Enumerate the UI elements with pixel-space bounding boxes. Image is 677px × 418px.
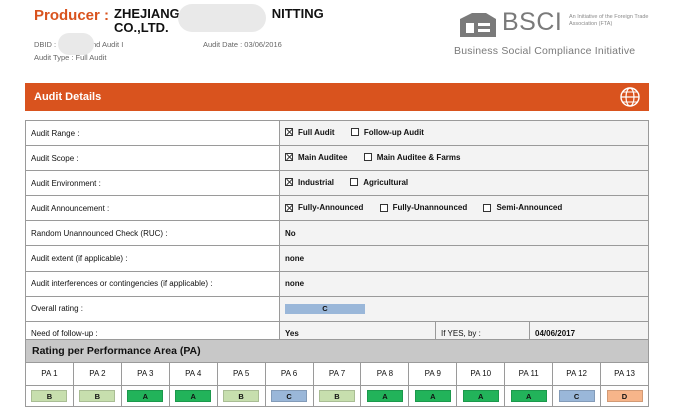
pa-rating-cell-9: A — [409, 386, 458, 407]
checkbox-follow-up-audit[interactable] — [350, 128, 359, 137]
row-audit-extent: Audit extent (if applicable) : none — [25, 245, 649, 272]
checkbox-fully-announced[interactable] — [285, 203, 293, 212]
pa-rating-badge-2: B — [79, 390, 116, 402]
pa-rating-badge-8: A — [366, 390, 403, 402]
checkbox-main-auditee[interactable] — [285, 153, 293, 162]
option-full-audit[interactable]: Full Audit — [285, 128, 335, 137]
audit-environment-label: Audit Environment : — [25, 170, 280, 197]
option-fully-announced[interactable]: Fully-Announced — [285, 203, 363, 212]
pa-rating-badge-6: C — [271, 390, 308, 402]
option-industrial[interactable]: Industrial — [285, 178, 334, 187]
row-audit-announcement: Audit Announcement : Fully-Announced Ful… — [25, 195, 649, 222]
pa-rating-badge-5: B — [223, 390, 260, 402]
pa-rating-badge-1: B — [31, 390, 68, 402]
pa-label-10: PA 10 — [457, 363, 506, 386]
pa-label-9: PA 9 — [409, 363, 458, 386]
globe-icon — [620, 87, 640, 107]
pa-rating-cell-13: D — [601, 386, 649, 407]
checkbox-full-audit[interactable] — [285, 128, 293, 137]
pa-rating-cell-3: A — [121, 386, 170, 407]
pa-rating-cell-11: A — [505, 386, 554, 407]
audit-details-table: Audit Range : Full Audit Follow-up Audit… — [25, 119, 649, 347]
producer-label: Producer : — [34, 7, 110, 24]
row-overall-rating: Overall rating : C — [25, 295, 649, 322]
ruc-label: Random Unannounced Check (RUC) : — [25, 220, 280, 247]
checkbox-main-auditee-farms[interactable] — [363, 153, 372, 162]
pa-label-12: PA 12 — [553, 363, 602, 386]
checkbox-semi-announced[interactable] — [483, 203, 492, 212]
pa-rating-badge-4: A — [175, 390, 212, 402]
pa-label-8: PA 8 — [361, 363, 410, 386]
redaction-mark — [58, 33, 94, 55]
pa-rating-cell-12: C — [553, 386, 602, 407]
logo-note: An Initiative of the Foreign Trade Assoc… — [569, 14, 649, 27]
ruc-value: No — [279, 220, 649, 247]
overall-rating-label: Overall rating : — [25, 295, 280, 322]
checkbox-fully-unannounced[interactable] — [379, 203, 388, 212]
bsci-logo-icon — [460, 13, 496, 37]
pa-grid: PA 1 PA 2 PA 3 PA 4 PA 5 PA 6 PA 7 PA 8 PA 9 PA 1… — [25, 363, 649, 407]
pa-rating-cell-6: C — [265, 386, 314, 407]
pa-rating-cell-4: A — [169, 386, 218, 407]
producer-name-line2: CO.,LTD. — [114, 20, 169, 35]
pa-label-1: PA 1 — [26, 363, 74, 386]
pa-rating-cell-2: B — [73, 386, 122, 407]
pa-rating-cell-7: B — [313, 386, 362, 407]
option-main-auditee-farms[interactable]: Main Auditee & Farms — [363, 153, 460, 162]
row-audit-range: Audit Range : Full Audit Follow-up Audit — [25, 119, 649, 147]
pa-rating-cell-8: A — [361, 386, 410, 407]
audit-interferences-value: none — [279, 270, 649, 297]
pa-rating-badge-11: A — [510, 390, 547, 402]
pa-section-title: Rating per Performance Area (PA) — [25, 339, 649, 363]
row-ruc: Random Unannounced Check (RUC) : No — [25, 220, 649, 247]
pa-label-5: PA 5 — [217, 363, 266, 386]
producer-name-part1: ZHEJIANG — [114, 6, 180, 21]
audit-details-header: Audit Details — [25, 83, 649, 111]
row-audit-scope: Audit Scope : Main Auditee Main Auditee … — [25, 145, 649, 172]
audit-scope-label: Audit Scope : — [25, 145, 280, 172]
pa-label-3: PA 3 — [121, 363, 170, 386]
row-audit-interferences: Audit interferences or contingencies (if… — [25, 270, 649, 297]
pa-rating-section: Rating per Performance Area (PA) PA 1 PA … — [25, 339, 649, 407]
audit-id-fragment: nd Audit I — [92, 40, 124, 49]
audit-range-label: Audit Range : — [25, 119, 280, 147]
pa-label-4: PA 4 — [169, 363, 218, 386]
pa-rating-badge-10: A — [462, 390, 499, 402]
pa-rating-badge-9: A — [414, 390, 451, 402]
audit-announcement-label: Audit Announcement : — [25, 195, 280, 222]
audit-interferences-label: Audit interferences or contingencies (if… — [25, 270, 280, 297]
pa-rating-badge-12: C — [558, 390, 595, 402]
option-semi-announced[interactable]: Semi-Announced — [483, 203, 562, 212]
pa-label-11: PA 11 — [505, 363, 554, 386]
checkbox-agricultural[interactable] — [350, 178, 359, 187]
option-fully-unannounced[interactable]: Fully-Unannounced — [379, 203, 467, 212]
pa-rating-badge-3: A — [127, 390, 164, 402]
pa-label-13: PA 13 — [601, 363, 649, 386]
logo-brand: BSCI — [502, 8, 563, 36]
producer-name-part2: NITTING — [271, 6, 324, 21]
redaction-mark — [178, 4, 266, 32]
pa-label-6: PA 6 — [265, 363, 314, 386]
dbid-label: DBID : — [34, 40, 57, 49]
pa-rating-cell-10: A — [457, 386, 506, 407]
pa-rating-badge-13: D — [606, 390, 643, 402]
audit-date: Audit Date : 03/06/2016 — [203, 40, 282, 49]
bsci-logo: BSCI An Initiative of the Foreign Trade … — [452, 8, 652, 60]
pa-rating-badge-7: B — [318, 390, 355, 402]
pa-rating-cell-1: B — [26, 386, 74, 407]
option-main-auditee[interactable]: Main Auditee — [285, 153, 347, 162]
overall-rating-badge: C — [285, 303, 365, 314]
option-follow-up-audit[interactable]: Follow-up Audit — [350, 128, 424, 137]
option-agricultural[interactable]: Agricultural — [350, 178, 408, 187]
audit-extent-value: none — [279, 245, 649, 272]
section-title: Audit Details — [34, 91, 102, 103]
pa-label-2: PA 2 — [73, 363, 122, 386]
pa-label-7: PA 7 — [313, 363, 362, 386]
logo-tagline: Business Social Compliance Initiative — [454, 45, 636, 57]
audit-extent-label: Audit extent (if applicable) : — [25, 245, 280, 272]
pa-rating-cell-5: B — [217, 386, 266, 407]
row-audit-environment: Audit Environment : Industrial Agricultu… — [25, 170, 649, 197]
checkbox-industrial[interactable] — [285, 178, 293, 187]
